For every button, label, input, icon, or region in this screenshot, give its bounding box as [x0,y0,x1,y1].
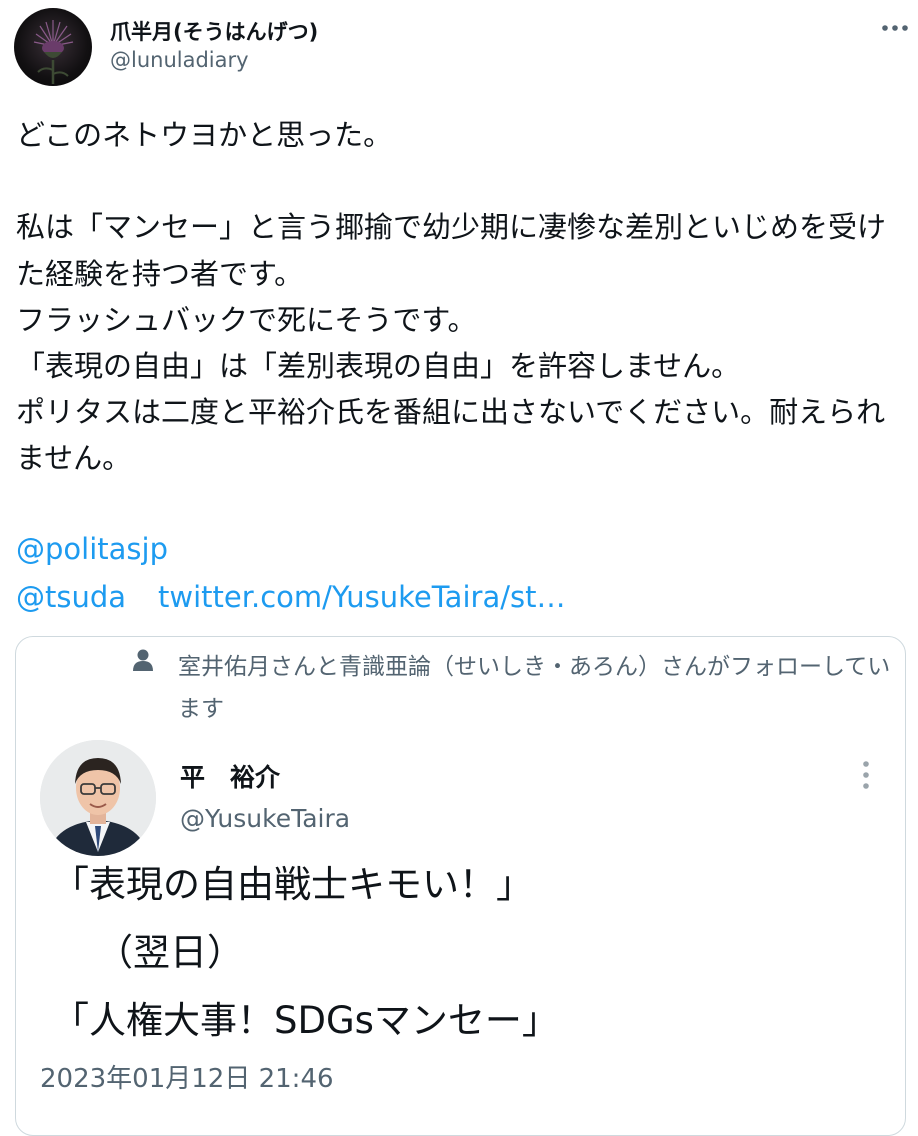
mention-tsuda[interactable]: @tsuda [16,580,126,614]
person-icon [132,648,154,672]
quoted-author-avatar[interactable] [40,740,156,856]
author-display-name[interactable]: 爪半月(そうはんげつ) [110,16,318,46]
more-horizontal-icon[interactable] [878,18,912,38]
quoted-author-display-name[interactable]: 平 裕介 [180,758,280,794]
quoted-line-1: 「表現の自由戦士キモい！」 [52,863,533,906]
quoted-line-2: （翌日） [96,931,244,974]
mention-politasjp[interactable]: @politasjp [16,532,168,566]
thistle-flower-image [33,20,74,84]
tweet-body: どこのネトウヨかと思った。 私は「マンセー」と言う揶揄で幼少期に凄惨な差別といじ… [16,118,887,476]
quoted-timestamp[interactable]: 2023年01月12日 21:46 [40,1058,334,1095]
more-vertical-icon[interactable] [852,758,880,792]
quoted-tweet-link[interactable]: twitter.com/YusukeTaira/st… [158,580,565,614]
author-avatar[interactable] [14,8,92,86]
author-handle[interactable]: @lunuladiary [110,48,249,72]
portrait-image [40,740,156,856]
quoted-author-handle[interactable]: @YusukeTaira [180,804,350,833]
quoted-line-3: 「人権大事！SDGsマンセー」 [52,999,559,1042]
followed-by-text: 室井佑月さんと青識亜論（せいしき・あろん）さんがフォローしています [178,654,891,722]
